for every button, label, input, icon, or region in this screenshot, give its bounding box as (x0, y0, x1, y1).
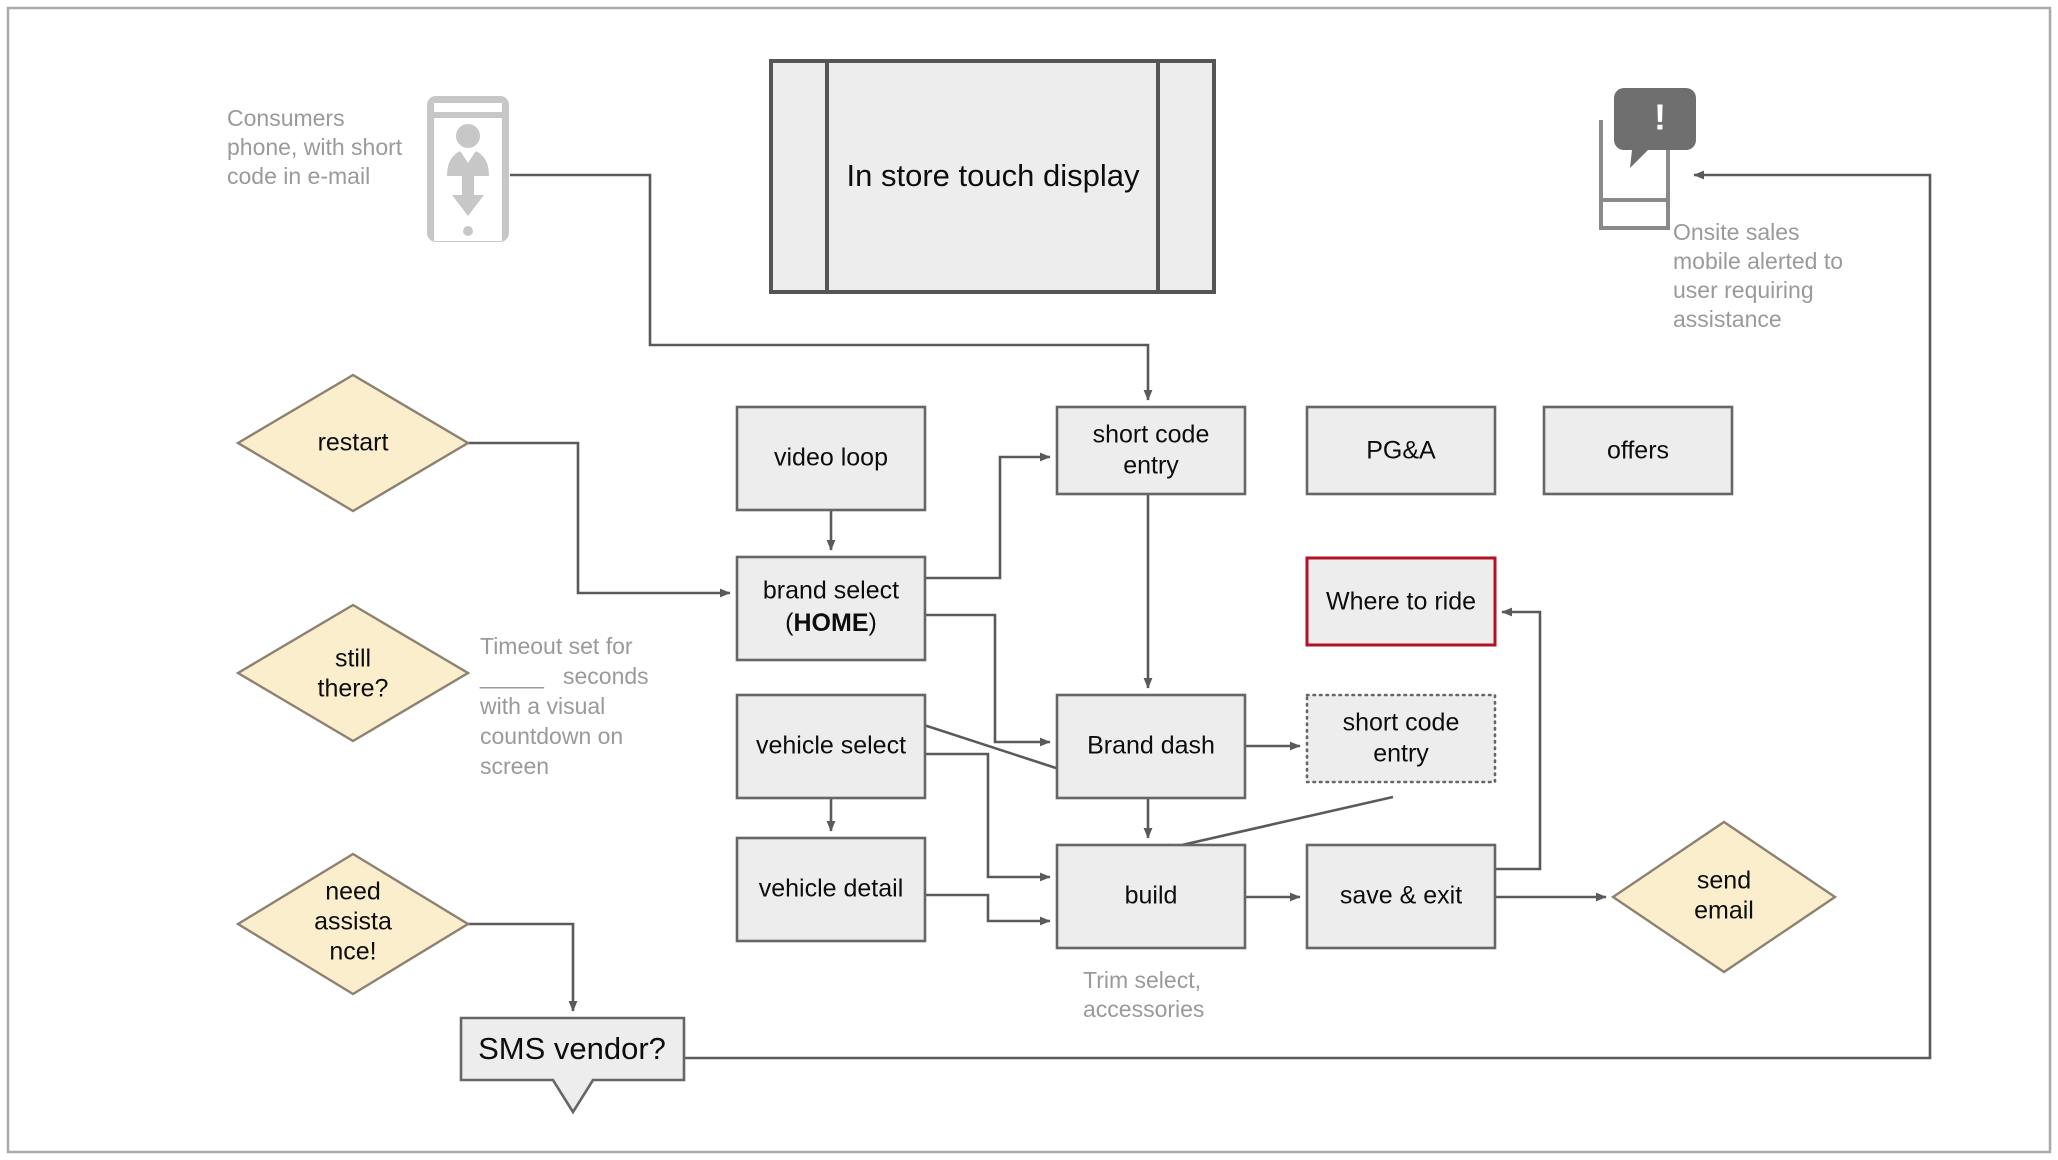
send-email-label-line1: send (1697, 867, 1751, 895)
note-timeout-line4: countdown on (480, 723, 623, 749)
node-send-email[interactable]: send email (1610, 820, 1838, 974)
note-onsite-sales: Onsite sales mobile alerted to user requ… (1673, 219, 1843, 332)
node-vehicle-detail[interactable]: vehicle detail (735, 836, 927, 943)
node-brand-select[interactable]: brand select (HOME) (735, 555, 927, 662)
note-consumer-phone-line3: code in e-mail (227, 163, 370, 189)
node-build[interactable]: build (1055, 843, 1247, 950)
note-onsite-sales-line1: Onsite sales (1673, 219, 1800, 245)
node-in-store-display[interactable]: In store touch display (769, 59, 1216, 294)
node-still-there[interactable]: still there? (235, 603, 471, 743)
node-vehicle-select[interactable]: vehicle select (735, 693, 927, 800)
need-assistance-label-line3: nce! (329, 938, 376, 966)
note-timeout-line1: Timeout set for (480, 633, 633, 659)
vehicle-select-label: vehicle select (756, 732, 906, 760)
note-timeout-line2: seconds (563, 663, 649, 689)
node-brand-dash[interactable]: Brand dash (1055, 693, 1247, 800)
edge-short-code-dotted-to-build (1159, 795, 1394, 853)
edge-brand-select-to-brand-dash (925, 613, 1051, 747)
note-onsite-sales-line4: assistance (1673, 306, 1782, 332)
edge-save-exit-to-where-to-ride (1495, 607, 1542, 871)
onsite-phone-alert-icon: ! (1599, 88, 1696, 230)
pga-label: PG&A (1366, 437, 1436, 465)
vehicle-detail-label: vehicle detail (759, 875, 904, 903)
node-need-assistance[interactable]: need assista nce! (235, 852, 471, 996)
short-code-entry-top-label-line2: entry (1123, 452, 1179, 480)
note-trim-select: Trim select, accessories (1083, 967, 1204, 1022)
note-onsite-sales-line2: mobile alerted to (1673, 248, 1843, 274)
node-sms-vendor[interactable]: SMS vendor? (459, 1016, 686, 1115)
send-email-label-line2: email (1694, 897, 1754, 925)
note-consumer-phone-line2: phone, with short (227, 134, 403, 160)
brand-dash-label: Brand dash (1087, 732, 1215, 760)
edge-vehicle-select-to-build (925, 752, 1051, 882)
node-pga[interactable]: PG&A (1305, 405, 1497, 496)
node-short-code-entry-dotted[interactable]: short code entry (1305, 693, 1497, 784)
still-there-label-line1: still (335, 645, 371, 673)
note-timeout-blank: _____ (479, 663, 545, 689)
alert-glyph: ! (1654, 97, 1666, 138)
note-trim-select-line2: accessories (1083, 996, 1204, 1022)
still-there-label-line2: there? (318, 675, 389, 703)
where-to-ride-label: Where to ride (1326, 588, 1476, 616)
edge-restart-to-brand-select (468, 441, 731, 598)
flowchart-svg: ! In store touch display restart still t… (6, 6, 2052, 1154)
note-trim-select-line1: Trim select, (1083, 967, 1201, 993)
offers-label: offers (1607, 437, 1669, 465)
note-consumer-phone-line1: Consumers (227, 105, 345, 131)
edge-brand-select-to-short-code-entry (925, 452, 1051, 580)
need-assistance-label-line2: assista (314, 908, 392, 936)
node-offers[interactable]: offers (1542, 405, 1734, 496)
save-exit-label: save & exit (1340, 882, 1462, 910)
short-code-entry-dotted-label-line1: short code (1343, 709, 1460, 737)
node-short-code-entry-top[interactable]: short code entry (1055, 405, 1247, 496)
brand-select-label-line1: brand select (763, 577, 899, 605)
node-where-to-ride[interactable]: Where to ride (1305, 556, 1497, 647)
short-code-entry-dotted-label-line2: entry (1373, 740, 1429, 768)
in-store-display-label: In store touch display (847, 158, 1140, 193)
note-onsite-sales-line3: user requiring (1673, 277, 1814, 303)
sms-vendor-label: SMS vendor? (478, 1031, 666, 1066)
node-restart[interactable]: restart (235, 373, 471, 513)
brand-select-label-line2: (HOME) (785, 609, 877, 637)
note-consumer-phone: Consumers phone, with short code in e-ma… (227, 105, 403, 189)
node-video-loop[interactable]: video loop (735, 405, 927, 512)
edge-need-assistance-to-sms-vendor (468, 922, 578, 1012)
note-timeout-line5: screen (480, 753, 549, 779)
note-timeout-line3: with a visual (479, 693, 605, 719)
consumer-phone-icon (427, 96, 509, 242)
video-loop-label: video loop (774, 444, 888, 472)
edge-vehicle-detail-to-build (925, 893, 1051, 926)
short-code-entry-top-label-line1: short code (1093, 421, 1210, 449)
brand-select-home-token: HOME (794, 609, 869, 637)
build-label: build (1125, 882, 1178, 910)
need-assistance-label-line1: need (325, 878, 381, 906)
node-save-exit[interactable]: save & exit (1305, 843, 1497, 950)
diagram-canvas: ! In store touch display restart still t… (0, 0, 2058, 1160)
restart-label: restart (318, 429, 389, 457)
note-timeout: Timeout set for _____ seconds with a vis… (479, 633, 649, 779)
